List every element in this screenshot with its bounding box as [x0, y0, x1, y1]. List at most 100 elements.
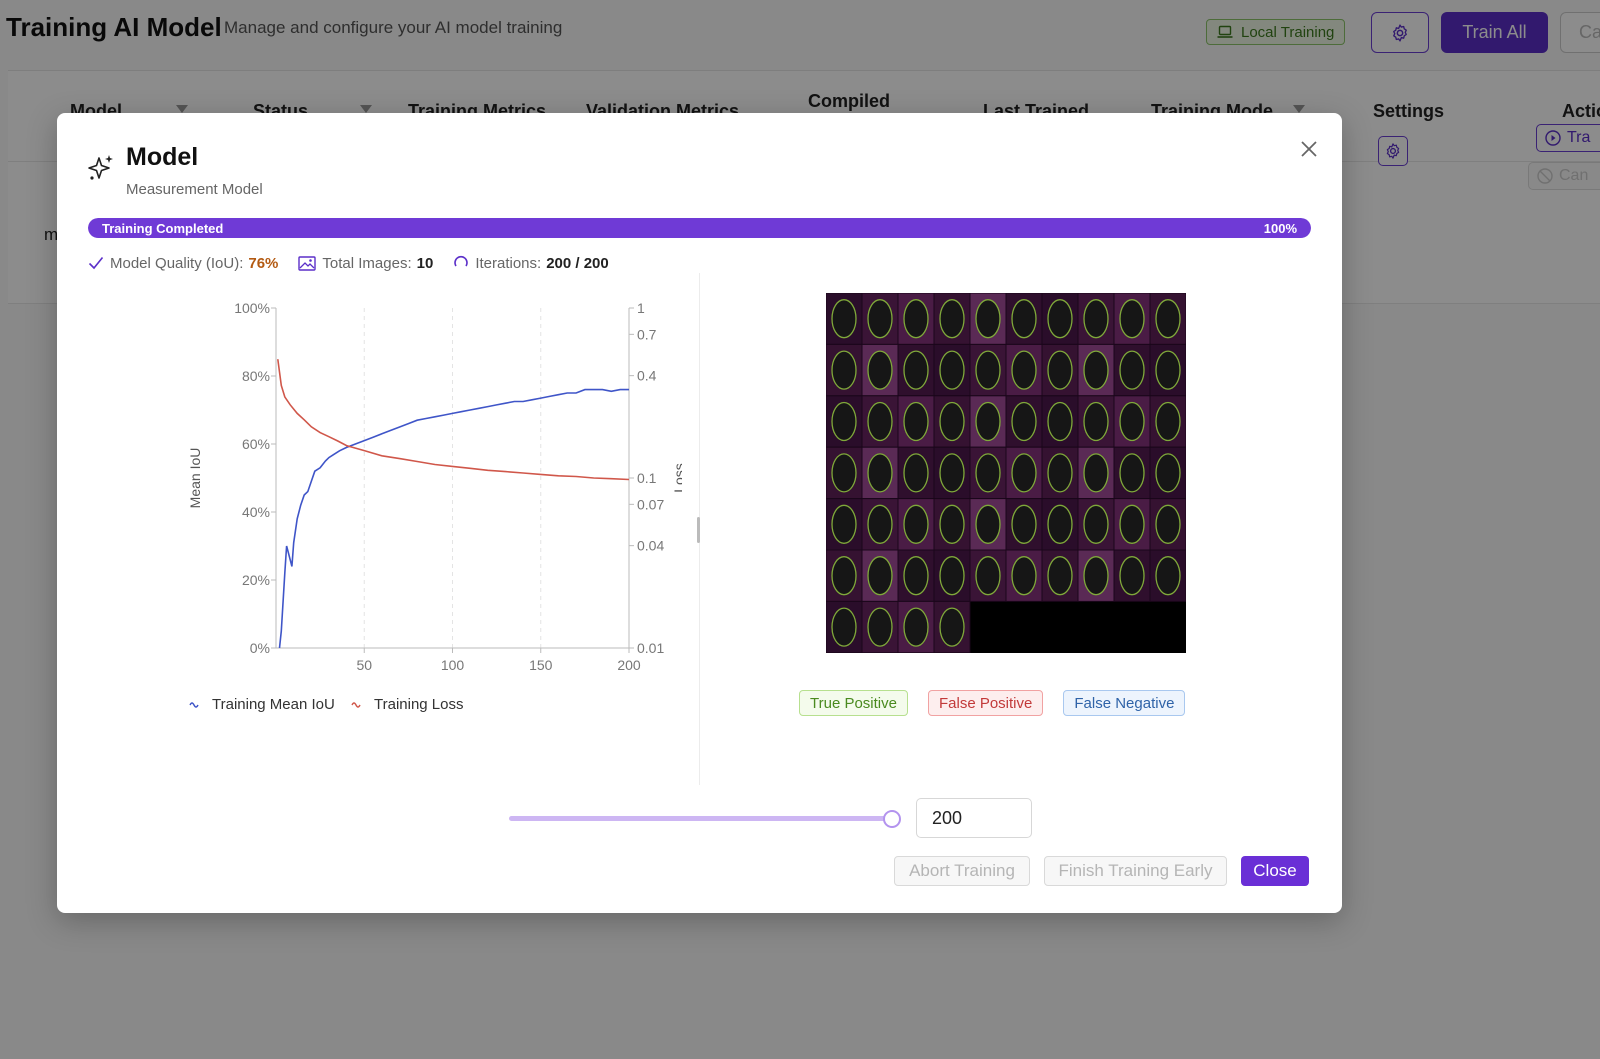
preview-tile: [1149, 549, 1186, 602]
training-progress-bar: Training Completed 100%: [88, 218, 1311, 238]
close-button[interactable]: Close: [1241, 856, 1309, 886]
preview-tile: [897, 600, 935, 653]
preview-tile: [933, 498, 971, 551]
preview-tile: [933, 600, 971, 653]
stat-images-value: 10: [416, 254, 434, 272]
stat-iterations-label: Iterations:: [475, 254, 542, 272]
x-tick-label: 150: [529, 657, 553, 673]
stat-images: Total Images: 10: [298, 255, 433, 272]
y2-tick-label: 0.1: [637, 470, 657, 486]
preview-tile: [1113, 395, 1151, 448]
modal-subtitle: Measurement Model: [126, 181, 263, 198]
preview-tile: [1149, 395, 1186, 448]
x-tick-label: 50: [356, 657, 372, 673]
preview-tile: [826, 600, 863, 653]
y-tick-label: 40%: [242, 504, 270, 520]
false-negative-badge: False Negative: [1063, 690, 1186, 716]
training-stats: Model Quality (IoU): 76% Total Images: 1…: [88, 252, 629, 274]
preview-tile: [969, 549, 1007, 602]
preview-tile: [861, 498, 899, 551]
preview-tile: [1041, 343, 1079, 397]
preview-tile: [897, 395, 935, 448]
preview-tile: [861, 549, 899, 602]
legend-marker: [351, 702, 361, 708]
y2-axis-label: Loss: [671, 463, 682, 493]
legend-entry: Training Loss: [374, 696, 464, 713]
sparkle-icon: [88, 155, 113, 180]
preview-tile: [1149, 343, 1186, 397]
x-tick-label: 100: [441, 657, 465, 673]
progress-percent: 100%: [1263, 221, 1297, 236]
training-modal: Model Measurement Model Training Complet…: [57, 113, 1342, 913]
preview-tile: [1041, 446, 1079, 500]
preview-tile: [1005, 343, 1043, 397]
stat-iterations-value: 200 / 200: [546, 254, 609, 272]
preview-tile: [897, 293, 935, 345]
stat-iterations: Iterations: 200 / 200: [453, 254, 609, 272]
preview-tile: [897, 343, 935, 397]
preview-tile: [1149, 498, 1186, 551]
preview-tile: [1077, 446, 1115, 500]
stat-quality: Model Quality (IoU): 76%: [88, 255, 278, 272]
y2-tick-label: 0.4: [637, 368, 657, 384]
preview-tile: [1077, 395, 1115, 448]
iteration-slider-thumb[interactable]: [883, 810, 901, 828]
finish-training-early-button[interactable]: Finish Training Early: [1044, 856, 1227, 886]
preview-tile: [1041, 395, 1079, 448]
preview-tile: [1005, 395, 1043, 448]
preview-tile: [826, 293, 863, 345]
preview-tile: [1005, 293, 1043, 345]
preview-tile: [861, 293, 899, 345]
preview-tile: [933, 343, 971, 397]
preview-tile: [1005, 549, 1043, 602]
refresh-icon: [454, 255, 469, 267]
iteration-input[interactable]: [916, 798, 1032, 838]
preview-tile: [826, 498, 863, 551]
preview-tile: [969, 293, 1007, 345]
true-positive-badge: True Positive: [799, 690, 908, 716]
preview-tile: [1041, 549, 1079, 602]
series-line-loss: [277, 359, 630, 481]
y2-tick-label: 0.04: [637, 538, 664, 554]
y2-tick-label: 0.01: [637, 640, 664, 656]
stat-images-label: Total Images:: [322, 254, 412, 272]
check-icon: [88, 256, 104, 270]
preview-tile: [861, 600, 899, 653]
preview-tile: [1041, 498, 1079, 551]
segmentation-preview-image: [826, 293, 1186, 653]
abort-training-button[interactable]: Abort Training: [894, 856, 1030, 886]
preview-tile: [826, 343, 863, 397]
y2-tick-label: 0.7: [637, 326, 657, 342]
preview-tile: [933, 446, 971, 500]
preview-tile: [861, 446, 899, 500]
stat-quality-value: 76%: [248, 254, 279, 272]
preview-tile: [1113, 343, 1151, 397]
iteration-slider[interactable]: [509, 816, 891, 821]
image-icon: [298, 255, 317, 271]
preview-tile: [861, 395, 899, 448]
preview-tile: [969, 498, 1007, 551]
preview-tile: [1077, 343, 1115, 397]
preview-tile: [1041, 293, 1079, 345]
training-chart: 50 100 150 200 0% 20% 40% 60% 80% 100% 0.01 0.04 0.0…: [187, 300, 682, 713]
y-tick-label: 100%: [234, 300, 270, 316]
preview-tile: [969, 446, 1007, 500]
legend-entry: Training Mean IoU: [212, 696, 335, 713]
y-tick-label: 80%: [242, 368, 270, 384]
close-icon[interactable]: [1297, 137, 1321, 161]
preview-tile: [933, 395, 971, 448]
resize-handle[interactable]: [697, 517, 700, 543]
preview-tile: [933, 293, 971, 345]
preview-tile: [1113, 446, 1151, 500]
y-axis-label: Mean IoU: [187, 448, 203, 509]
preview-tile: [897, 549, 935, 602]
preview-tile: [969, 343, 1007, 397]
preview-tile: [1113, 293, 1151, 345]
preview-tile: [1005, 446, 1043, 500]
progress-fill: [88, 218, 1311, 238]
preview-tile: [1113, 498, 1151, 551]
preview-tile: [861, 343, 899, 397]
preview-tile: [826, 549, 863, 602]
preview-tile: [969, 395, 1007, 448]
preview-tile: [826, 395, 863, 448]
